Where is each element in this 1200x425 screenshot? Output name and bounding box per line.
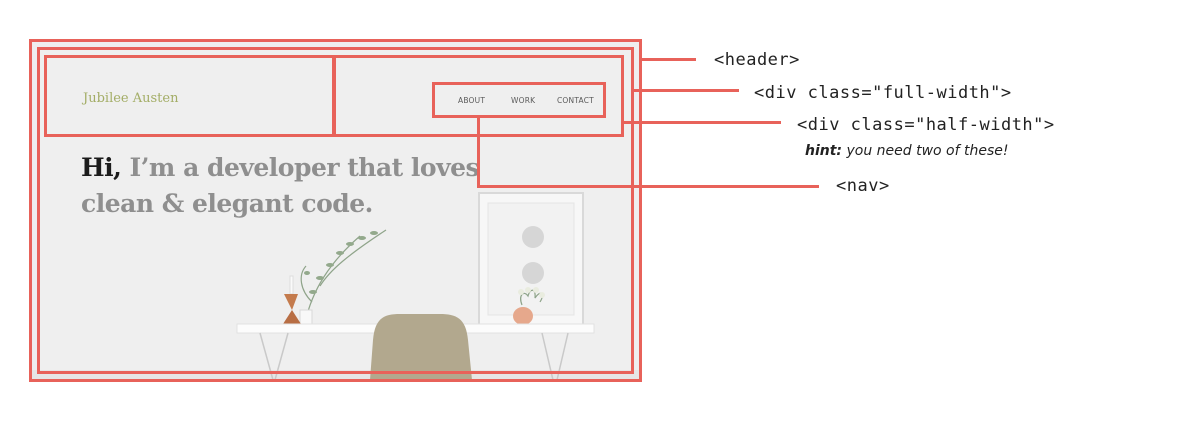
diagram-canvas: Jubilee Austen ABOUT WORK CONTACT Hi, I’… [0,0,1200,425]
hint-note: hint: you need two of these! [805,143,1009,159]
picture-frame [478,192,584,326]
nav-label: <nav> [836,176,890,196]
nav-link-work[interactable]: WORK [511,96,535,105]
hint-text: you need two of these! [842,143,1009,159]
nav-link-contact[interactable]: CONTACT [557,96,594,105]
hero-line-1-text: I’m a developer that loves [121,153,480,182]
nav-link-about[interactable]: ABOUT [458,96,485,105]
header-connector [642,58,696,61]
brand-name: Jubilee Austen [83,91,179,106]
chair [370,314,472,380]
nav-connector-horizontal [477,185,819,188]
website-mockup: Jubilee Austen ABOUT WORK CONTACT Hi, I’… [30,40,641,380]
full-width-connector [634,89,739,92]
hero-heading: Hi, I’m a developer that loves clean & e… [81,150,480,222]
half-width-connector [624,121,781,124]
half-width-label: <div class="half-width"> [797,115,1055,135]
full-width-label: <div class="full-width"> [754,83,1012,103]
nav-connector-vertical [477,118,480,188]
hero-line-2: clean & elegant code. [81,189,373,218]
hero-greeting: Hi, [81,153,122,182]
hint-bold: hint: [805,143,843,159]
hero-line-1: Hi, I’m a developer that loves [81,150,480,186]
header-label: <header> [714,50,800,70]
